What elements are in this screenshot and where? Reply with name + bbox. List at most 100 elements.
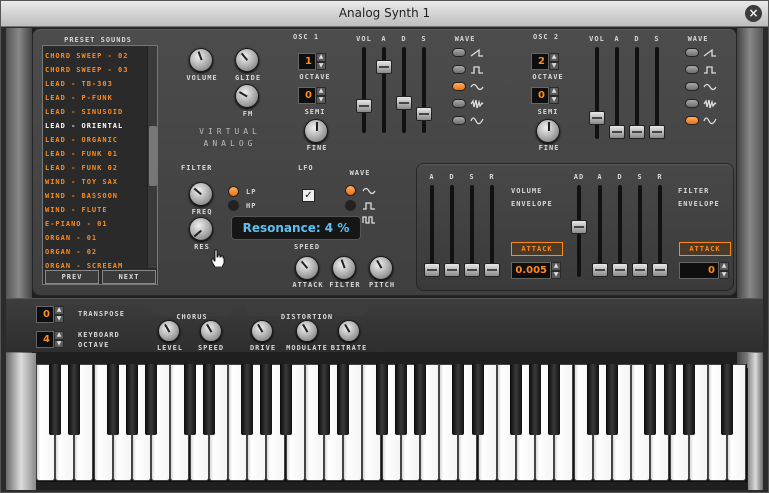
volenv-slider[interactable]: [484, 185, 500, 277]
preset-item[interactable]: LEAD - ORGANIC: [45, 133, 145, 147]
chorus-speed-knob[interactable]: [200, 320, 222, 342]
volume-knob[interactable]: [189, 48, 213, 72]
osc2-fine-knob[interactable]: [536, 119, 560, 143]
preset-item[interactable]: LEAD - FUNK 01: [45, 147, 145, 161]
black-key[interactable]: [644, 364, 657, 435]
distortion-bitrate-knob[interactable]: [338, 320, 360, 342]
black-key[interactable]: [452, 364, 465, 435]
down-arrow-icon[interactable]: ▼: [549, 95, 559, 104]
volenv-slider[interactable]: [444, 185, 460, 277]
transpose-stepper[interactable]: 0 ▲ ▼: [36, 306, 64, 323]
black-key[interactable]: [202, 364, 215, 435]
osc2-wave-button[interactable]: [685, 116, 699, 125]
osc1-wave-button[interactable]: [452, 65, 466, 74]
osc2-wave-button[interactable]: [685, 99, 699, 108]
scroll-thumb[interactable]: [149, 126, 157, 186]
preset-item[interactable]: CHORD SWEEP - 02: [45, 49, 145, 63]
preset-item[interactable]: WIND - BASSOON: [45, 189, 145, 203]
lfo-enable-checkbox[interactable]: ✓: [302, 189, 315, 202]
black-key[interactable]: [279, 364, 292, 435]
osc2-semi-value[interactable]: 0: [531, 87, 549, 104]
black-key[interactable]: [106, 364, 119, 435]
osc1-octave-value[interactable]: 1: [298, 53, 316, 70]
osc1-wave-button[interactable]: [452, 82, 466, 91]
osc2-slider[interactable]: [629, 47, 645, 139]
lfo-attack-knob[interactable]: [295, 256, 319, 280]
slider-handle[interactable]: [464, 263, 480, 277]
osc1-wave-button[interactable]: [452, 116, 466, 125]
preset-item[interactable]: ORGAN - 02: [45, 245, 145, 259]
slider-handle[interactable]: [424, 263, 440, 277]
osc2-wave-button[interactable]: [685, 82, 699, 91]
preset-item[interactable]: ORGAN - 01: [45, 231, 145, 245]
down-arrow-icon[interactable]: ▼: [316, 61, 326, 70]
preset-item[interactable]: WIND - FLUTE: [45, 203, 145, 217]
piano-keyboard[interactable]: [36, 364, 747, 482]
filtenv-slider[interactable]: [652, 185, 668, 277]
down-arrow-icon[interactable]: ▼: [54, 314, 64, 323]
osc2-slider[interactable]: [589, 47, 605, 139]
up-arrow-icon[interactable]: ▲: [316, 53, 326, 62]
preset-item[interactable]: E-PIANO - 01: [45, 217, 145, 231]
up-arrow-icon[interactable]: ▲: [549, 53, 559, 62]
distortion-drive-knob[interactable]: [251, 320, 273, 342]
osc1-slider[interactable]: [416, 47, 432, 133]
osc1-semi-stepper[interactable]: 0 ▲ ▼: [298, 87, 326, 104]
down-arrow-icon[interactable]: ▼: [316, 95, 326, 104]
up-arrow-icon[interactable]: ▲: [316, 87, 326, 96]
black-key[interactable]: [721, 364, 734, 435]
slider-handle[interactable]: [376, 60, 392, 74]
osc1-semi-value[interactable]: 0: [298, 87, 316, 104]
black-key[interactable]: [394, 364, 407, 435]
filtenv-slider[interactable]: [612, 185, 628, 277]
filter-res-knob[interactable]: [189, 217, 213, 241]
osc1-slider[interactable]: [396, 47, 412, 133]
black-key[interactable]: [414, 364, 426, 435]
down-arrow-icon[interactable]: ▼: [719, 270, 729, 279]
slider-handle[interactable]: [652, 263, 668, 277]
filtenv-slider[interactable]: [592, 185, 608, 277]
osc2-semi-stepper[interactable]: 0 ▲ ▼: [531, 87, 559, 104]
black-key[interactable]: [337, 364, 350, 435]
osc1-octave-stepper[interactable]: 1 ▲ ▼: [298, 53, 326, 70]
black-key[interactable]: [183, 364, 196, 435]
preset-item[interactable]: LEAD - P-FUNK: [45, 91, 145, 105]
volenv-value[interactable]: 0.005: [511, 262, 551, 279]
black-key[interactable]: [548, 364, 561, 435]
filtenv-value[interactable]: 0: [679, 262, 719, 279]
slider-handle[interactable]: [612, 263, 628, 277]
slider-handle[interactable]: [592, 263, 608, 277]
osc1-wave-button[interactable]: [452, 99, 466, 108]
osc2-slider[interactable]: [609, 47, 625, 139]
lfo-pitch-knob[interactable]: [369, 256, 393, 280]
black-key[interactable]: [375, 364, 388, 435]
osc2-slider[interactable]: [649, 47, 665, 139]
osc1-wave-button[interactable]: [452, 48, 466, 57]
black-key[interactable]: [606, 364, 618, 435]
preset-item[interactable]: WIND - TOY SAX: [45, 175, 145, 189]
transpose-value[interactable]: 0: [36, 306, 54, 323]
preset-item[interactable]: LEAD - TB-303: [45, 77, 145, 91]
filter-lp-toggle[interactable]: [228, 186, 239, 197]
up-arrow-icon[interactable]: ▲: [719, 262, 729, 271]
black-key[interactable]: [663, 364, 676, 435]
down-arrow-icon[interactable]: ▼: [549, 61, 559, 70]
slider-handle[interactable]: [416, 107, 432, 121]
up-arrow-icon[interactable]: ▲: [549, 87, 559, 96]
down-arrow-icon[interactable]: ▼: [54, 339, 64, 348]
lfo-filter-knob[interactable]: [332, 256, 356, 280]
lfo-wave-square-radio[interactable]: [345, 200, 356, 211]
up-arrow-icon[interactable]: ▲: [54, 331, 64, 340]
black-key[interactable]: [586, 364, 599, 435]
next-button[interactable]: NEXT: [102, 270, 156, 284]
preset-scrollbar[interactable]: [147, 46, 157, 268]
slider-handle[interactable]: [609, 125, 625, 139]
osc2-wave-button[interactable]: [685, 48, 699, 57]
chorus-level-knob[interactable]: [158, 320, 180, 342]
black-key[interactable]: [241, 364, 254, 435]
osc1-slider[interactable]: [356, 47, 372, 133]
osc2-octave-value[interactable]: 2: [531, 53, 549, 70]
osc2-octave-stepper[interactable]: 2 ▲ ▼: [531, 53, 559, 70]
volenv-value-stepper[interactable]: 0.005 ▲ ▼: [511, 262, 561, 279]
fm-knob[interactable]: [235, 84, 259, 108]
